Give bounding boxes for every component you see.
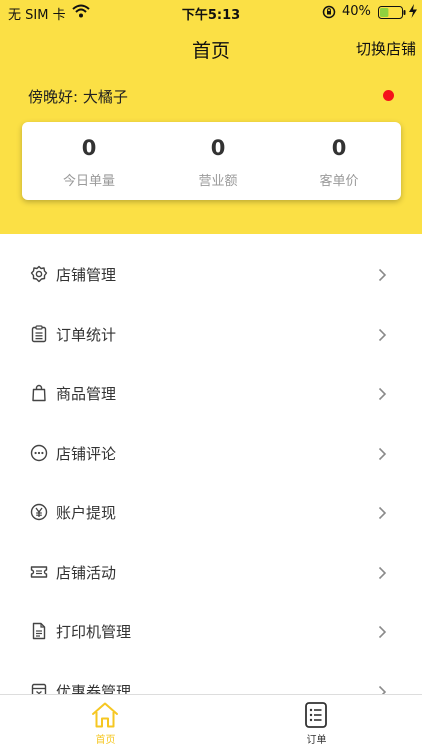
menu-item-store-activities[interactable]: 店铺活动 bbox=[0, 543, 422, 603]
tab-label: 首页 bbox=[95, 735, 116, 746]
home-icon bbox=[91, 701, 119, 729]
menu-item-label: 店铺评论 bbox=[56, 444, 117, 463]
yuan-icon bbox=[30, 503, 48, 521]
ticket-icon bbox=[30, 563, 48, 581]
menu-list: 店铺管理 订单统计 商品管理 店铺评论 账户提现 店铺活动 打印机管理 优惠券管… bbox=[0, 245, 422, 694]
chevron-right-icon bbox=[378, 505, 387, 524]
tab-bar: 首页 订单 bbox=[0, 694, 422, 750]
status-bar: 无 SIM 卡 下午5:13 40% bbox=[0, 0, 422, 24]
battery-percent: 40% bbox=[342, 4, 371, 19]
tab-home[interactable]: 首页 bbox=[0, 695, 211, 750]
menu-item-label: 商品管理 bbox=[56, 385, 117, 403]
stat-value: 0 bbox=[210, 136, 226, 160]
charging-bolt-icon bbox=[408, 4, 418, 22]
stat-label: 客单价 bbox=[319, 174, 359, 189]
stat-orders-today: 0 今日单量 bbox=[29, 134, 149, 189]
menu-item-store-reviews[interactable]: 店铺评论 bbox=[0, 424, 422, 484]
chevron-right-icon bbox=[378, 565, 387, 584]
chevron-right-icon bbox=[378, 624, 387, 643]
chevron-right-icon bbox=[378, 267, 387, 286]
menu-item-coupon-management[interactable]: 优惠券管理 bbox=[0, 662, 422, 695]
menu-item-product-management[interactable]: 商品管理 bbox=[0, 364, 422, 424]
menu-item-order-statistics[interactable]: 订单统计 bbox=[0, 305, 422, 365]
stat-label: 营业额 bbox=[198, 174, 238, 189]
menu-item-label: 店铺活动 bbox=[56, 563, 117, 582]
notification-dot[interactable] bbox=[383, 90, 394, 101]
menu-item-printer-management[interactable]: 打印机管理 bbox=[0, 602, 422, 662]
document-icon bbox=[30, 622, 48, 640]
tab-label: 订单 bbox=[306, 735, 327, 746]
tab-orders[interactable]: 订单 bbox=[211, 695, 422, 750]
switch-store-button[interactable]: 切换店铺 bbox=[356, 38, 416, 59]
shopping-bag-icon bbox=[30, 384, 48, 402]
comment-icon bbox=[30, 444, 48, 462]
menu-item-label: 打印机管理 bbox=[56, 623, 132, 641]
menu-item-store-management[interactable]: 店铺管理 bbox=[0, 245, 422, 305]
menu-item-label: 账户提现 bbox=[56, 504, 117, 522]
rotation-lock-icon bbox=[322, 5, 336, 23]
battery-icon bbox=[378, 6, 406, 23]
stat-value: 0 bbox=[331, 136, 347, 160]
coupon-box-icon bbox=[30, 682, 48, 694]
menu-item-account-withdrawal[interactable]: 账户提现 bbox=[0, 483, 422, 543]
stats-card: 0 今日单量 0 营业额 0 客单价 bbox=[22, 122, 401, 200]
menu-item-label: 店铺管理 bbox=[56, 266, 117, 284]
store-settings-icon bbox=[30, 265, 48, 283]
clipboard-icon bbox=[30, 324, 48, 343]
menu-item-label: 优惠券管理 bbox=[56, 682, 132, 695]
chevron-right-icon bbox=[378, 386, 387, 405]
stat-revenue: 0 营业额 bbox=[158, 134, 278, 189]
chevron-right-icon bbox=[378, 327, 387, 346]
stat-avg-order-value: 0 客单价 bbox=[279, 134, 399, 189]
menu-item-label: 订单统计 bbox=[56, 325, 117, 344]
chevron-right-icon bbox=[378, 684, 387, 694]
stat-value: 0 bbox=[81, 136, 97, 160]
stat-label: 今日单量 bbox=[62, 174, 115, 189]
order-list-icon bbox=[302, 701, 330, 729]
greeting-text: 傍晚好: 大橘子 bbox=[28, 88, 128, 106]
chevron-right-icon bbox=[378, 446, 387, 465]
